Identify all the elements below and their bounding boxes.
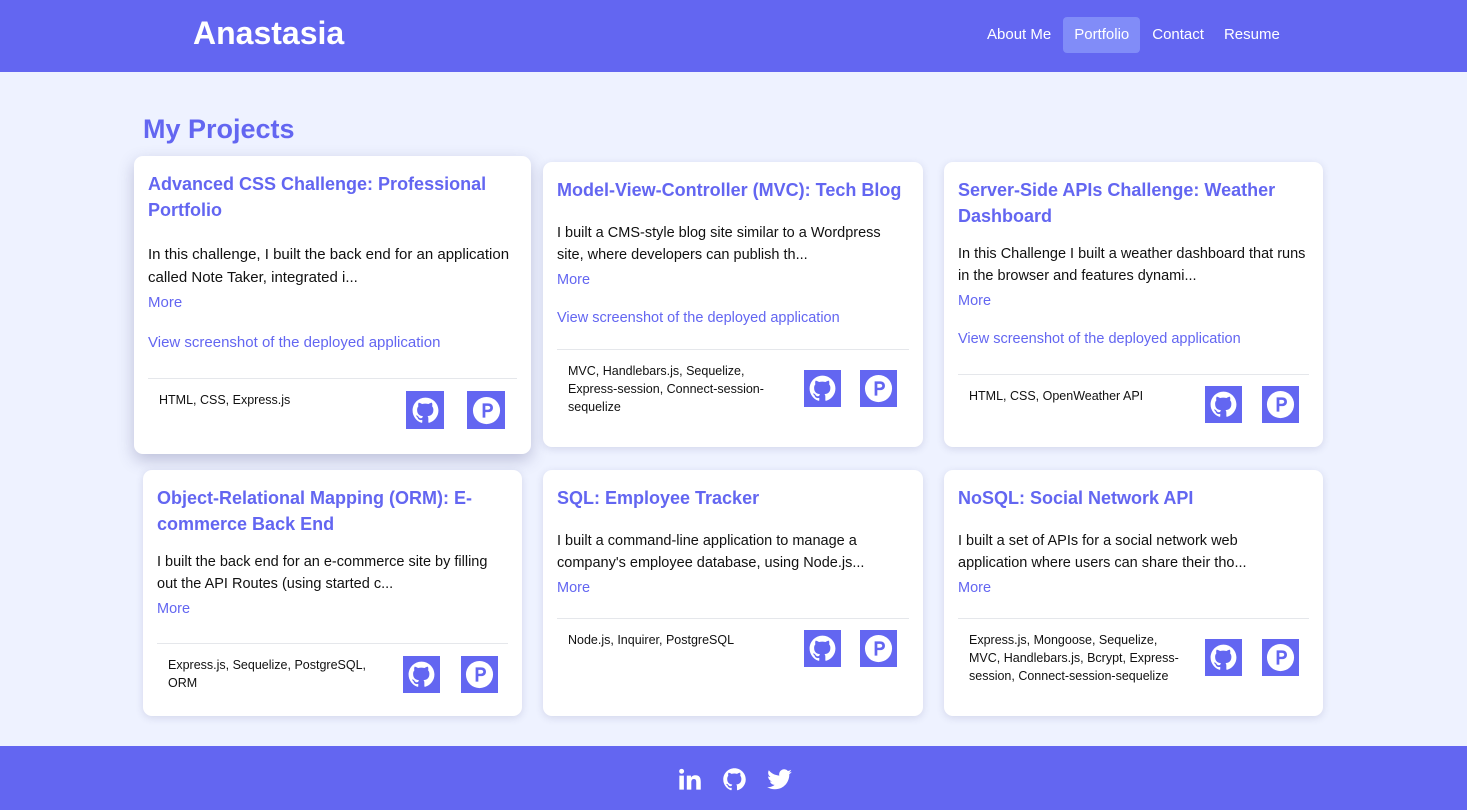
github-icon[interactable] [804,630,841,667]
screenshot-link[interactable]: View screenshot of the deployed applicat… [148,332,517,354]
tech-stack: Node.js, Inquirer, PostgreSQL [568,633,735,647]
deployed-app-icon[interactable] [860,630,897,667]
more-link[interactable]: More [148,292,517,314]
tech-stack: Express.js, Mongoose, Sequelize, MVC, Ha… [969,633,1179,683]
deployed-app-icon[interactable] [860,370,897,407]
project-title[interactable]: Server-Side APIs Challenge: Weather Dash… [958,177,1309,229]
project-footer: HTML, CSS, OpenWeather API [958,374,1309,447]
screenshot-link[interactable]: View screenshot of the deployed applicat… [557,307,909,329]
more-link[interactable]: More [557,577,909,599]
more-link[interactable]: More [157,598,508,620]
github-icon[interactable] [406,391,444,429]
github-icon[interactable] [403,656,440,693]
deployed-app-icon[interactable] [1262,386,1299,423]
github-icon[interactable] [719,764,749,794]
project-title[interactable]: Advanced CSS Challenge: Professional Por… [148,171,517,223]
project-card: Model-View-Controller (MVC): Tech Blog I… [543,162,923,447]
project-footer: Express.js, Sequelize, PostgreSQL, ORM [157,643,508,716]
main-nav: About Me Portfolio Contact Resume [979,17,1292,53]
more-link[interactable]: More [958,577,1309,599]
project-description: In this Challenge I built a weather dash… [958,246,1306,284]
github-icon[interactable] [1205,639,1242,676]
project-description: I built the back end for an e-commerce s… [157,554,488,592]
project-footer: Node.js, Inquirer, PostgreSQL [557,618,909,716]
tech-stack: HTML, CSS, Express.js [159,393,291,407]
brand-name[interactable]: Anastasia [193,15,344,52]
project-title[interactable]: Object-Relational Mapping (ORM): E-comme… [157,485,508,537]
project-title[interactable]: SQL: Employee Tracker [557,485,909,511]
project-description: I built a command-line application to ma… [557,533,865,571]
nav-resume[interactable]: Resume [1216,17,1288,53]
project-footer: MVC, Handlebars.js, Sequelize, Express-s… [557,349,909,447]
site-footer [0,746,1467,810]
github-icon[interactable] [1205,386,1242,423]
screenshot-link[interactable]: View screenshot of the deployed applicat… [958,328,1309,350]
tech-stack: HTML, CSS, OpenWeather API [969,389,1144,403]
tech-stack: MVC, Handlebars.js, Sequelize, Express-s… [568,364,764,414]
nav-portfolio[interactable]: Portfolio [1063,17,1141,53]
more-link[interactable]: More [557,269,909,291]
project-title[interactable]: NoSQL: Social Network API [958,485,1309,511]
twitter-icon[interactable] [764,764,794,794]
tech-stack: Express.js, Sequelize, PostgreSQL, ORM [168,658,367,690]
project-card: NoSQL: Social Network API I built a set … [944,470,1323,716]
page-title: My Projects [143,114,295,144]
project-description: I built a set of APIs for a social netwo… [958,533,1247,571]
project-card: Server-Side APIs Challenge: Weather Dash… [944,162,1323,447]
project-card: SQL: Employee Tracker I built a command-… [543,470,923,716]
project-card: Object-Relational Mapping (ORM): E-comme… [143,470,522,716]
site-header: Anastasia About Me Portfolio Contact Res… [0,0,1467,72]
deployed-app-icon[interactable] [467,391,505,429]
project-description: In this challenge, I built the back end … [148,246,510,286]
project-footer: Express.js, Mongoose, Sequelize, MVC, Ha… [958,618,1309,716]
linkedin-icon[interactable] [674,764,704,794]
project-card: Advanced CSS Challenge: Professional Por… [134,156,531,454]
deployed-app-icon[interactable] [1262,639,1299,676]
nav-about-me[interactable]: About Me [979,17,1059,53]
project-footer: HTML, CSS, Express.js [148,378,517,454]
project-description: I built a CMS-style blog site similar to… [557,225,881,263]
github-icon[interactable] [804,370,841,407]
nav-contact[interactable]: Contact [1144,17,1212,53]
project-title[interactable]: Model-View-Controller (MVC): Tech Blog [557,177,909,203]
deployed-app-icon[interactable] [461,656,498,693]
more-link[interactable]: More [958,290,1309,312]
